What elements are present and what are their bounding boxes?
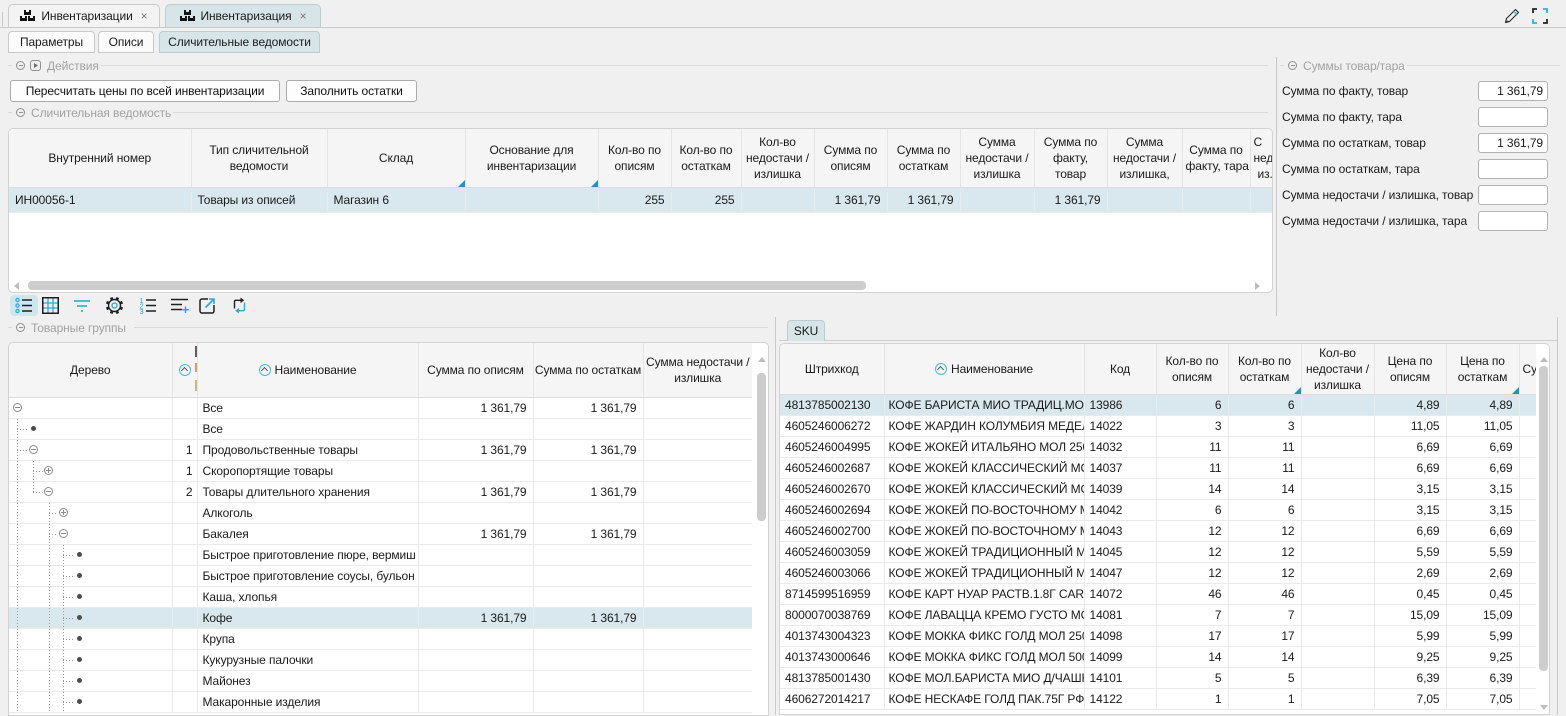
svg-text:3: 3: [140, 307, 144, 314]
